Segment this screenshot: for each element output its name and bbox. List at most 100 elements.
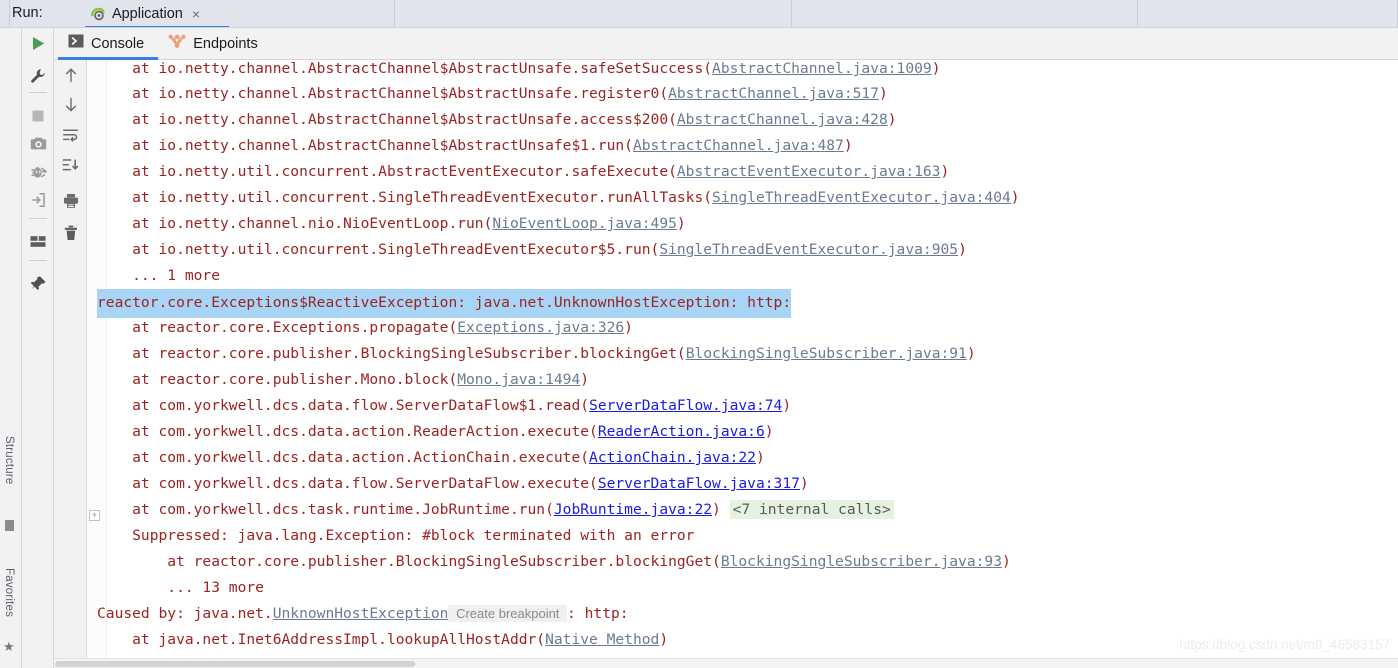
layout-settings-button[interactable] xyxy=(22,230,54,258)
toolbar-separator-1 xyxy=(29,92,47,93)
scroll-to-end-icon xyxy=(62,158,79,177)
console-text-run: at io.netty.channel.AbstractChannel$Abst… xyxy=(97,111,677,128)
up-stacktrace-button[interactable] xyxy=(54,62,87,92)
topbar-segment-4 xyxy=(1138,0,1398,28)
stacktrace-link[interactable]: NioEventLoop.java:495 xyxy=(492,215,677,232)
topbar-segment-2 xyxy=(395,0,792,28)
wrench-icon xyxy=(30,68,46,89)
stacktrace-link[interactable]: ServerDataFlow.java:317 xyxy=(598,475,800,492)
print-button[interactable] xyxy=(54,188,87,218)
stacktrace-link[interactable]: ServerDataFlow.java:74 xyxy=(589,397,782,414)
pin-icon xyxy=(30,275,47,297)
horizontal-scrollbar[interactable] xyxy=(54,658,1398,668)
console-text[interactable]: at io.netty.channel.AbstractChannel$Abst… xyxy=(87,60,1398,653)
console-line: at io.netty.util.concurrent.SingleThread… xyxy=(87,237,1398,263)
bug-icon xyxy=(30,164,47,185)
soft-wrap-button[interactable] xyxy=(54,122,87,152)
console-line: at com.yorkwell.dcs.task.runtime.JobRunt… xyxy=(87,497,1398,523)
console-line: at com.yorkwell.dcs.data.action.ReaderAc… xyxy=(87,419,1398,445)
stacktrace-link[interactable]: BlockingSingleSubscriber.java:93 xyxy=(721,553,1002,570)
stop-button[interactable] xyxy=(22,104,54,132)
console-text-run: ) xyxy=(624,319,633,336)
structure-icon xyxy=(5,520,14,531)
topbar-segment-3 xyxy=(792,0,1138,28)
scroll-to-end-button[interactable] xyxy=(54,152,87,182)
debug-attach-button[interactable] xyxy=(22,160,54,188)
tab-application-label: Application xyxy=(112,6,183,22)
tab-endpoints-label: Endpoints xyxy=(193,36,258,52)
console-line: at io.netty.util.concurrent.AbstractEven… xyxy=(87,159,1398,185)
tab-console[interactable]: Console xyxy=(58,28,158,60)
console-line: Suppressed: java.lang.Exception: #block … xyxy=(87,523,1398,549)
tab-application[interactable]: Application × xyxy=(85,0,206,28)
clear-all-button[interactable] xyxy=(54,220,87,250)
console-text-run: at io.netty.channel.AbstractChannel$Abst… xyxy=(97,137,633,154)
console-line: at io.netty.channel.AbstractChannel$Abst… xyxy=(87,107,1398,133)
stacktrace-link[interactable]: AbstractChannel.java:428 xyxy=(677,111,888,128)
rail-item-favorites[interactable]: Favorites xyxy=(3,568,15,617)
console-line: Caused by: java.net.UnknownHostException… xyxy=(87,601,1398,627)
console-text-run: : http: xyxy=(567,605,629,622)
selected-exception-line: reactor.core.Exceptions$ReactiveExceptio… xyxy=(97,289,791,318)
console-text-run: at reactor.core.Exceptions.propagate( xyxy=(97,319,457,336)
console-text-run: ... 13 more xyxy=(97,579,264,596)
console-line: at reactor.core.publisher.Mono.block(Mon… xyxy=(87,367,1398,393)
spring-boot-run-icon xyxy=(89,6,106,23)
stacktrace-link[interactable]: BlockingSingleSubscriber.java:91 xyxy=(686,345,967,362)
run-toolbar-primary xyxy=(22,28,54,668)
create-breakpoint-label[interactable]: Create breakpoint xyxy=(448,605,567,622)
console-text-run: at io.netty.util.concurrent.SingleThread… xyxy=(97,241,659,258)
stacktrace-link[interactable]: ActionChain.java:22 xyxy=(589,449,756,466)
console-text-run: Caused by: java.net. xyxy=(97,605,273,622)
console-text-run: ) xyxy=(932,60,941,77)
rail-item-structure[interactable]: Structure xyxy=(3,436,15,484)
run-label-segment xyxy=(0,0,10,28)
stacktrace-link[interactable]: AbstractChannel.java:517 xyxy=(668,85,879,102)
watermark: https://blog.csdn.net/m0_46583157 xyxy=(1179,637,1390,652)
stacktrace-link[interactable]: ReaderAction.java:6 xyxy=(598,423,765,440)
console-text-run: at com.yorkwell.dcs.task.runtime.JobRunt… xyxy=(97,501,554,518)
run-tabs-segment: Application × xyxy=(10,0,395,28)
console-text-run: ) xyxy=(844,137,853,154)
console-text-run: Suppressed: java.lang.Exception: #block … xyxy=(97,527,694,544)
console-text-run: ) xyxy=(958,241,967,258)
console-line: at io.netty.channel.nio.NioEventLoop.run… xyxy=(87,211,1398,237)
console-text-run: ) xyxy=(765,423,774,440)
console-output-panel[interactable]: + at io.netty.channel.AbstractChannel$Ab… xyxy=(87,60,1398,668)
toolbar-separator-3 xyxy=(29,260,47,261)
green-play-triangle-icon xyxy=(31,36,45,56)
toolbar-separator-2 xyxy=(29,218,47,219)
rerun-button[interactable] xyxy=(22,32,54,60)
console-line: at com.yorkwell.dcs.data.flow.ServerData… xyxy=(87,471,1398,497)
printer-icon xyxy=(63,193,79,214)
console-tab-bar: Console Endpoints xyxy=(54,28,1398,60)
screenshot-button[interactable] xyxy=(22,132,54,160)
down-stacktrace-button[interactable] xyxy=(54,92,87,122)
tab-endpoints[interactable]: Endpoints xyxy=(158,28,272,60)
pin-tab-button[interactable] xyxy=(22,272,54,300)
console-text-run: at com.yorkwell.dcs.data.flow.ServerData… xyxy=(97,397,589,414)
stacktrace-link[interactable]: AbstractChannel.java:1009 xyxy=(712,60,932,77)
arrow-down-icon xyxy=(64,97,78,118)
stacktrace-link[interactable]: SingleThreadEventExecutor.java:905 xyxy=(659,241,958,258)
export-arrow-icon xyxy=(30,192,46,213)
console-text-run: at com.yorkwell.dcs.data.action.ReaderAc… xyxy=(97,423,598,440)
console-line: at reactor.core.publisher.BlockingSingle… xyxy=(87,549,1398,575)
console-text-run: at reactor.core.publisher.BlockingSingle… xyxy=(97,345,686,362)
stacktrace-link[interactable]: AbstractChannel.java:487 xyxy=(633,137,844,154)
stacktrace-link[interactable]: AbstractEventExecutor.java:163 xyxy=(677,163,941,180)
dump-threads-button[interactable] xyxy=(22,188,54,216)
stacktrace-link[interactable]: Native Method xyxy=(545,631,659,648)
stacktrace-link[interactable]: JobRuntime.java:22 xyxy=(554,501,712,518)
stop-square-icon xyxy=(31,109,45,128)
horizontal-scrollbar-thumb[interactable] xyxy=(55,661,415,667)
stacktrace-link[interactable]: SingleThreadEventExecutor.java:404 xyxy=(712,189,1011,206)
close-icon[interactable]: × xyxy=(192,7,200,21)
edit-configuration-button[interactable] xyxy=(22,64,54,92)
star-icon: ★ xyxy=(3,640,15,653)
stacktrace-link[interactable]: UnknownHostException xyxy=(273,605,449,622)
stacktrace-link[interactable]: Mono.java:1494 xyxy=(457,371,580,388)
stacktrace-link[interactable]: Exceptions.java:326 xyxy=(457,319,624,336)
console-text-run: ) xyxy=(580,371,589,388)
console-text-run: ) xyxy=(879,85,888,102)
